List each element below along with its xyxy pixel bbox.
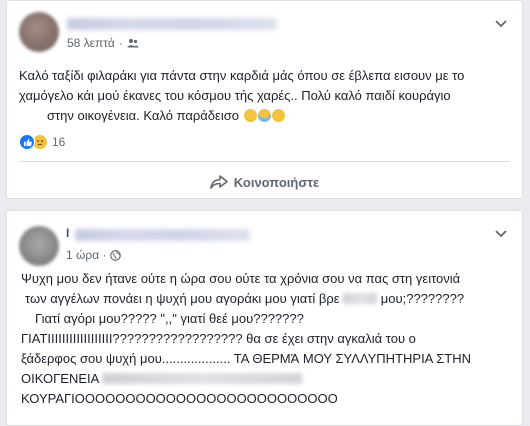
share-button[interactable]: Κοινοποιήστε [7,171,522,193]
avatar[interactable] [19,12,59,52]
blurred-name [102,373,303,384]
post-card: 58 λεπτά · Καλό ταξίδι φιλαράκι για πάντ… [6,0,523,199]
crying-face-emoji [257,109,271,122]
post-timestamp[interactable]: 58 λεπτά [67,36,115,50]
post-meta: 1 ώρα · [66,248,122,262]
text-line: χαμόγελο κάι μού έκανες του κόσμου τής χ… [19,88,451,103]
reaction-summary[interactable]: 16 [19,134,65,150]
chevron-down-icon[interactable] [494,229,508,239]
post-text: Ψυχη μου δεν ήτανε ούτε η ώρα σου ούτε τ… [21,269,516,409]
like-reaction-icon [19,134,35,150]
disappointed-face-emoji [271,109,285,122]
text-line: ξάδερφος σου ψυχή μου...................… [21,351,472,366]
author-name-initial[interactable]: Ι [66,226,69,240]
share-label: Κοινοποιήστε [233,174,320,190]
dot-separator: · [118,36,123,50]
share-arrow-icon [209,175,228,189]
text-line: μου;???????? [377,291,465,306]
text-line: Ψυχη μου δεν ήτανε ούτε η ώρα σου ούτε τ… [21,271,461,286]
text-line: Γιατί αγόρι μου????? ",," γιατί θεέ μου?… [35,311,304,326]
post-text: Καλό ταξίδι φιλαράκι για πάντα στην καρδ… [19,66,514,126]
chevron-down-icon[interactable] [494,19,508,29]
text-line: ΟΙΚΟΓΕΝΕΙΑ [21,371,99,386]
globe-icon[interactable] [110,249,122,261]
text-line: ΚΟΥΡΑΓΙΟΟΟΟΟΟΟΟΟΟΟΟΟΟΟΟΟΟΟΟΟΟΟΟΟΟ [21,391,338,406]
friends-icon[interactable] [127,38,139,48]
avatar[interactable] [19,226,59,266]
divider [19,161,510,162]
post-timestamp[interactable]: 1 ώρα · [66,248,106,262]
reaction-count: 16 [52,135,66,149]
text-line: ΓΙΑΤΙΙΙΙΙΙΙΙΙΙΙΙΙΙΙΙΙΙ??????????????????… [21,331,416,346]
post-card: Ι 1 ώρα · Ψυχη μου δεν ήτανε ούτε η ώρα … [6,210,523,426]
pensive-face-emoji [243,109,257,122]
text-line: στην οικογένεια. Καλό παράδεισο [47,108,239,123]
blurred-name [343,293,378,304]
author-name-blurred[interactable] [67,18,277,30]
author-name-blurred[interactable] [75,229,250,241]
text-line: Καλό ταξίδι φιλαράκι για πάντα στην καρδ… [19,68,465,83]
post-meta: 58 λεπτά · [67,36,139,50]
text-line: των αγγέλων πονάει η ψυχή μου αγοράκι μο… [25,291,344,306]
